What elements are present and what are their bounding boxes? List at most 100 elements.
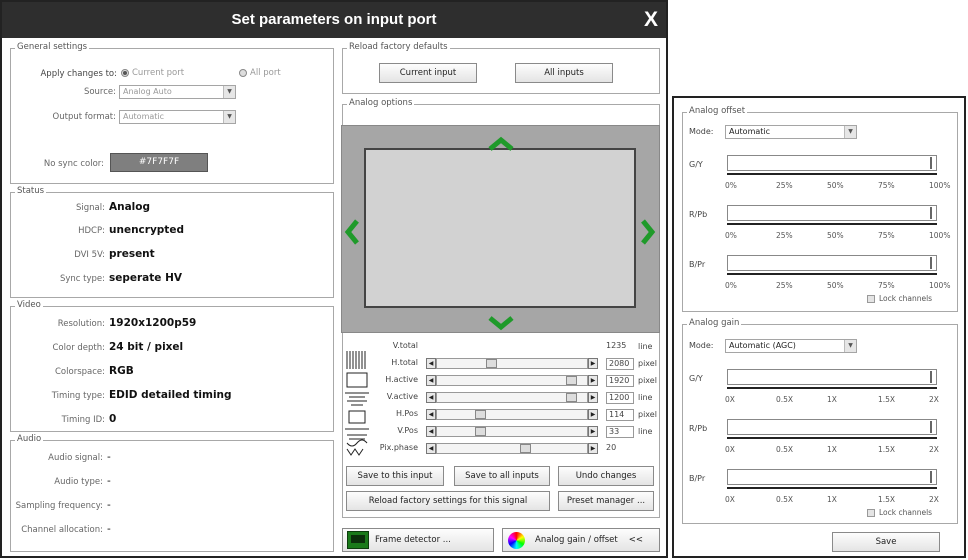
param-name: H.total <box>391 358 418 367</box>
param-value[interactable]: 20 <box>606 443 634 452</box>
audio-value: - <box>107 475 111 487</box>
param-unit: pixel <box>638 359 657 368</box>
param-slider[interactable] <box>436 375 588 386</box>
reload-signal-settings-button[interactable]: Reload factory settings for this signal <box>346 491 550 511</box>
channel-level-bar[interactable] <box>727 255 937 271</box>
audio-label: Channel allocation: <box>21 525 103 535</box>
level-baseline <box>727 273 937 275</box>
reload-defaults-group: Reload factory defaults Current input Al… <box>342 42 660 94</box>
move-left-arrow-icon[interactable] <box>344 218 360 246</box>
no-sync-color-button[interactable]: #7F7F7F <box>110 153 208 172</box>
preset-manager-button[interactable]: Preset manager ... <box>558 491 654 511</box>
offset-mode-select[interactable]: Automatic ▼ <box>725 125 857 139</box>
gain-mode-select[interactable]: Automatic (AGC) ▼ <box>725 339 857 353</box>
param-value[interactable]: 2080 <box>606 358 634 370</box>
save-to-this-input-button[interactable]: Save to this input <box>346 466 444 486</box>
source-select[interactable]: Analog Auto ▼ <box>119 85 236 99</box>
param-unit: line <box>638 342 653 351</box>
param-slider[interactable] <box>436 358 588 369</box>
param-slider[interactable] <box>436 443 588 454</box>
current-port-radio[interactable] <box>121 69 129 77</box>
scale-label: 2X <box>929 495 939 504</box>
all-port-radio[interactable] <box>239 69 247 77</box>
param-value[interactable]: 114 <box>606 409 634 421</box>
gain-mode-label: Mode: <box>689 341 714 350</box>
status-label: DVI 5V: <box>74 250 105 260</box>
param-row: H.Pos ◀ ▶ 114 pixel <box>2 408 662 422</box>
source-label: Source: <box>83 87 116 97</box>
decrement-button[interactable]: ◀ <box>426 392 436 403</box>
param-slider[interactable] <box>436 426 588 437</box>
param-name: V.Pos <box>397 426 418 435</box>
move-up-arrow-icon[interactable] <box>485 127 517 151</box>
increment-button[interactable]: ▶ <box>588 392 598 403</box>
slider-thumb[interactable] <box>520 444 531 453</box>
move-right-arrow-icon[interactable] <box>640 218 656 246</box>
status-value: unencrypted <box>109 224 184 236</box>
channel-level-bar[interactable] <box>727 155 937 171</box>
reload-all-inputs-button[interactable]: All inputs <box>515 63 613 83</box>
output-format-value: Automatic <box>123 112 165 121</box>
gain-mode-value: Automatic (AGC) <box>729 341 796 350</box>
audio-value: - <box>107 523 111 535</box>
save-button[interactable]: Save <box>832 532 940 552</box>
scale-label: 1X <box>827 495 837 504</box>
param-slider[interactable] <box>436 392 588 403</box>
undo-changes-button[interactable]: Undo changes <box>558 466 654 486</box>
output-format-select[interactable]: Automatic ▼ <box>119 110 236 124</box>
increment-button[interactable]: ▶ <box>588 443 598 454</box>
main-dialog: Set parameters on input port X General s… <box>0 0 668 558</box>
scale-label: 1.5X <box>878 395 896 404</box>
channel-level-bar[interactable] <box>727 469 937 485</box>
scale-label: 1X <box>827 445 837 454</box>
close-button[interactable]: X <box>638 6 664 34</box>
increment-button[interactable]: ▶ <box>588 358 598 369</box>
decrement-button[interactable]: ◀ <box>426 358 436 369</box>
param-row: V.active ◀ ▶ 1200 line <box>2 391 662 405</box>
move-down-arrow-icon[interactable] <box>485 314 517 332</box>
reload-current-input-button[interactable]: Current input <box>379 63 477 83</box>
decrement-button[interactable]: ◀ <box>426 443 436 454</box>
scale-label: 25% <box>776 231 793 240</box>
increment-button[interactable]: ▶ <box>588 426 598 437</box>
slider-thumb[interactable] <box>475 427 486 436</box>
scale-label: 2X <box>929 445 939 454</box>
audio-value: - <box>107 499 111 511</box>
channel-level-bar[interactable] <box>727 369 937 385</box>
param-value[interactable]: 1920 <box>606 375 634 387</box>
param-slider[interactable] <box>436 409 588 420</box>
chevron-down-icon: ▼ <box>223 86 235 98</box>
frame-detector-button[interactable]: Frame detector ... <box>342 528 494 552</box>
level-marker <box>930 471 932 483</box>
scale-label: 1.5X <box>878 495 896 504</box>
scale-label: 0.5X <box>776 495 794 504</box>
offset-lock-channels-checkbox[interactable] <box>867 295 875 303</box>
slider-thumb[interactable] <box>566 393 577 402</box>
channel-level-bar[interactable] <box>727 419 937 435</box>
param-row: V.total 1235 line <box>2 340 662 354</box>
analog-gain-offset-button[interactable]: Analog gain / offset << <box>502 528 660 552</box>
video-label: Resolution: <box>57 319 105 329</box>
decrement-button[interactable]: ◀ <box>426 375 436 386</box>
general-settings-group: General settings Apply changes to: Curre… <box>10 42 334 184</box>
current-port-label[interactable]: Current port <box>132 68 184 78</box>
decrement-button[interactable]: ◀ <box>426 426 436 437</box>
analog-gain-legend: Analog gain <box>687 318 742 328</box>
general-settings-legend: General settings <box>15 42 90 52</box>
status-label: Sync type: <box>59 274 105 284</box>
slider-thumb[interactable] <box>486 359 497 368</box>
gain-lock-channels-checkbox[interactable] <box>867 509 875 517</box>
all-port-label[interactable]: All port <box>250 68 281 78</box>
channel-level-bar[interactable] <box>727 205 937 221</box>
slider-thumb[interactable] <box>566 376 577 385</box>
scale-label: 1X <box>827 395 837 404</box>
param-value[interactable]: 33 <box>606 426 634 438</box>
param-unit: line <box>638 393 653 402</box>
increment-button[interactable]: ▶ <box>588 409 598 420</box>
param-value[interactable]: 1200 <box>606 392 634 404</box>
decrement-button[interactable]: ◀ <box>426 409 436 420</box>
active-area-preview <box>364 148 636 308</box>
slider-thumb[interactable] <box>475 410 486 419</box>
save-to-all-inputs-button[interactable]: Save to all inputs <box>454 466 550 486</box>
increment-button[interactable]: ▶ <box>588 375 598 386</box>
